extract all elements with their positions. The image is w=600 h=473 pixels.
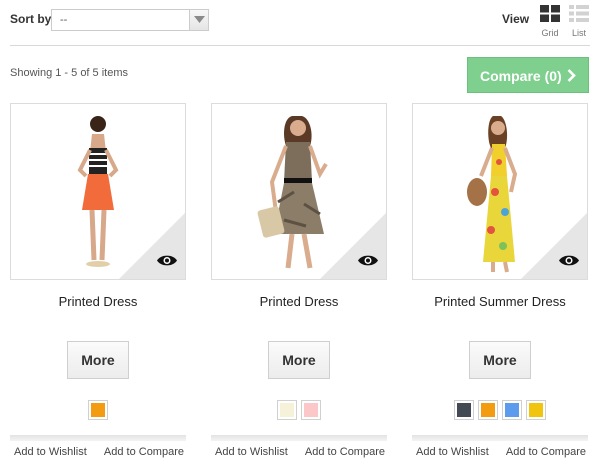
grid-view-button[interactable]: Grid [538,5,562,38]
color-swatch[interactable] [277,400,297,420]
add-to-compare-link[interactable]: Add to Compare [506,446,586,458]
swatch-fill [481,403,495,417]
product-name[interactable]: Printed Dress [211,294,387,309]
eye-icon[interactable] [559,254,579,267]
color-swatch[interactable] [454,400,474,420]
sort-label: Sort by [10,12,52,26]
swatch-fill [280,403,294,417]
product-card: Printed Dress More Add to Wishlist Add t… [10,103,186,458]
color-swatch[interactable] [526,400,546,420]
color-swatches [10,400,186,420]
eye-icon[interactable] [358,254,378,267]
grid-icon [540,5,560,22]
chevron-down-icon [194,16,205,23]
toolbar: Sort by -- View Grid List [10,5,590,38]
add-to-wishlist-link[interactable]: Add to Wishlist [14,446,87,458]
add-to-wishlist-link[interactable]: Add to Wishlist [215,446,288,458]
more-button[interactable]: More [268,341,330,379]
product-name[interactable]: Printed Summer Dress [412,294,588,309]
card-footer-bar [211,435,387,441]
color-swatch[interactable] [502,400,522,420]
color-swatch[interactable] [478,400,498,420]
card-footer-bar [412,435,588,441]
quick-view-corner [119,213,185,279]
view-label: View [502,12,530,26]
sort-select-arrow[interactable] [189,10,208,30]
list-view-label: List [571,28,586,38]
swatch-fill [91,403,105,417]
sort-select[interactable]: -- [51,9,209,31]
sort-select-value: -- [60,14,68,26]
color-swatches [211,400,387,420]
product-name[interactable]: Printed Dress [10,294,186,309]
swatch-fill [457,403,471,417]
color-swatches [412,400,588,420]
product-image[interactable] [10,103,186,280]
showing-count: Showing 1 - 5 of 5 items [10,67,129,79]
add-to-wishlist-link[interactable]: Add to Wishlist [416,446,489,458]
add-to-compare-link[interactable]: Add to Compare [305,446,385,458]
product-image[interactable] [412,103,588,280]
chevron-right-icon [567,69,576,82]
grid-view-label: Grid [541,28,559,38]
product-card: Printed Dress More Add to Wishlist Add t… [211,103,387,458]
eye-icon[interactable] [157,254,177,267]
more-button[interactable]: More [67,341,129,379]
product-card: Printed Summer Dress More Add to Wishlis… [412,103,588,458]
quick-view-corner [521,213,587,279]
product-image[interactable] [211,103,387,280]
toolbar-divider [10,45,590,46]
quick-view-corner [320,213,386,279]
color-swatch[interactable] [88,400,108,420]
color-swatch[interactable] [301,400,321,420]
compare-button[interactable]: Compare (0) [467,57,589,93]
card-footer-bar [10,435,186,441]
swatch-fill [505,403,519,417]
list-icon [569,5,589,22]
more-button[interactable]: More [469,341,531,379]
add-to-compare-link[interactable]: Add to Compare [104,446,184,458]
compare-button-label: Compare (0) [480,68,562,84]
swatch-fill [304,403,318,417]
list-view-button[interactable]: List [567,5,591,38]
swatch-fill [529,403,543,417]
